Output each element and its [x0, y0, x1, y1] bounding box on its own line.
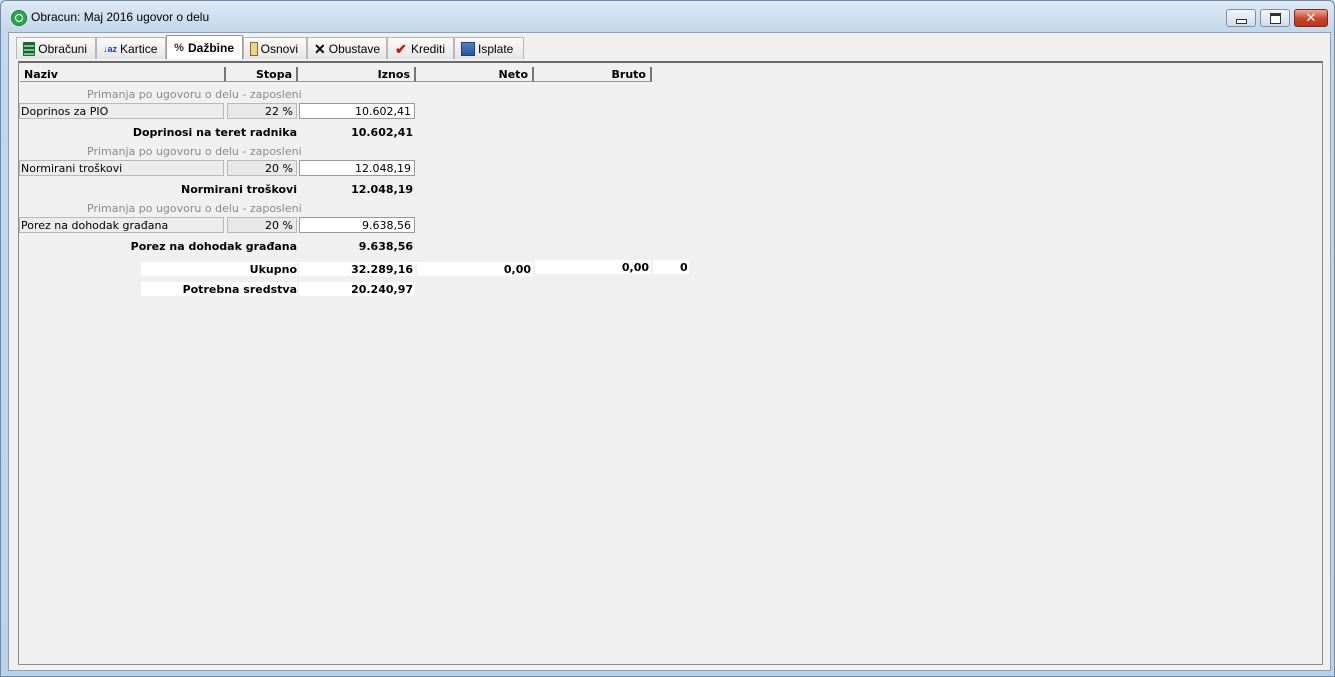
stack-icon [461, 41, 475, 56]
row-iznos-field[interactable]: 10.602,41 [299, 103, 415, 119]
x-icon: ✕ [314, 40, 326, 57]
minimize-button[interactable] [1226, 9, 1256, 27]
column-header-bruto[interactable]: Bruto [534, 67, 652, 82]
column-header-iznos[interactable]: Iznos [298, 67, 416, 82]
tab-krediti[interactable]: ✔ Krediti [387, 37, 454, 59]
subtotal-value: 9.638,56 [358, 240, 413, 253]
row-iznos-field[interactable]: 12.048,19 [299, 160, 415, 176]
title-bar[interactable]: Obracun: Maj 2016 ugovor o delu ✕ [1, 1, 1334, 33]
subtotal-value: 12.048,19 [351, 183, 413, 196]
checkmark-icon: ✔ [395, 40, 407, 57]
tab-label: Osnovi [260, 41, 298, 56]
column-header-naziv[interactable]: Naziv [20, 67, 226, 82]
tab-label: Obustave [328, 41, 381, 56]
tab-dazbine[interactable]: % Dažbine [166, 35, 243, 59]
tab-strip: Obračuni ↓az Kartice % Dažbine Osnovi ✕ … [16, 35, 524, 59]
calculator-grid-icon [23, 41, 36, 56]
section-label: Primanja po ugovoru o delu - zaposleni [87, 145, 302, 158]
tab-label: Obračuni [38, 41, 87, 56]
column-header-neto[interactable]: Neto [416, 67, 534, 82]
client-area: Obračuni ↓az Kartice % Dažbine Osnovi ✕ … [8, 32, 1331, 671]
tab-isplate[interactable]: Isplate [454, 37, 524, 59]
tab-label: Isplate [478, 41, 514, 56]
ukupno-iznos: 32.289,16 [351, 263, 413, 276]
potrebna-iznos: 20.240,97 [351, 283, 413, 296]
tab-kartice[interactable]: ↓az Kartice [96, 37, 166, 59]
subtotal-label: Normirani troškovi [180, 183, 297, 196]
tab-obracuni[interactable]: Obračuni [16, 37, 96, 59]
sort-az-icon: ↓az [103, 43, 118, 54]
ukupno-extra: 0 [680, 261, 688, 274]
percent-icon: % [174, 41, 184, 54]
subtotal-label: Doprinosi na teret radnika [132, 126, 297, 139]
tab-label: Krediti [410, 41, 445, 56]
row-stopa: 20 % [227, 217, 297, 233]
close-icon: ✕ [1305, 10, 1317, 26]
window-title: Obracun: Maj 2016 ugovor o delu [31, 10, 210, 24]
main-window: Obracun: Maj 2016 ugovor o delu ✕ Obraču… [0, 0, 1335, 677]
column-header-stopa[interactable]: Stopa [226, 67, 298, 82]
row-naziv: Normirani troškovi [19, 160, 224, 176]
subtotal-value: 10.602,41 [351, 126, 413, 139]
section-label: Primanja po ugovoru o delu - zaposleni [87, 88, 302, 101]
potrebna-label: Potrebna sredstva [182, 283, 297, 296]
dazbine-panel: Naziv Stopa Iznos Neto Bruto Primanja po… [18, 61, 1323, 665]
row-stopa: 20 % [227, 160, 297, 176]
row-iznos-field[interactable]: 9.638,56 [299, 217, 415, 233]
tab-obustave[interactable]: ✕ Obustave [307, 37, 387, 59]
app-logo-icon [11, 10, 27, 26]
ukupno-bruto: 0,00 [621, 261, 649, 274]
ukupno-label: Ukupno [249, 263, 297, 276]
close-button[interactable]: ✕ [1294, 9, 1328, 27]
section-label: Primanja po ugovoru o delu - zaposleni [87, 202, 302, 215]
row-naziv: Doprinos za PIO [19, 103, 224, 119]
tab-label: Dažbine [187, 40, 234, 55]
tab-osnovi[interactable]: Osnovi [243, 37, 307, 59]
row-naziv: Porez na dohodak građana [19, 217, 224, 233]
subtotal-label: Porez na dohodak građana [130, 240, 297, 253]
ukupno-neto: 0,00 [503, 263, 531, 276]
maximize-button[interactable] [1260, 9, 1290, 27]
tab-label: Kartice [120, 41, 158, 56]
maximize-icon [1269, 12, 1281, 24]
minimize-icon [1235, 18, 1247, 24]
document-icon [250, 41, 258, 56]
row-stopa: 22 % [227, 103, 297, 119]
